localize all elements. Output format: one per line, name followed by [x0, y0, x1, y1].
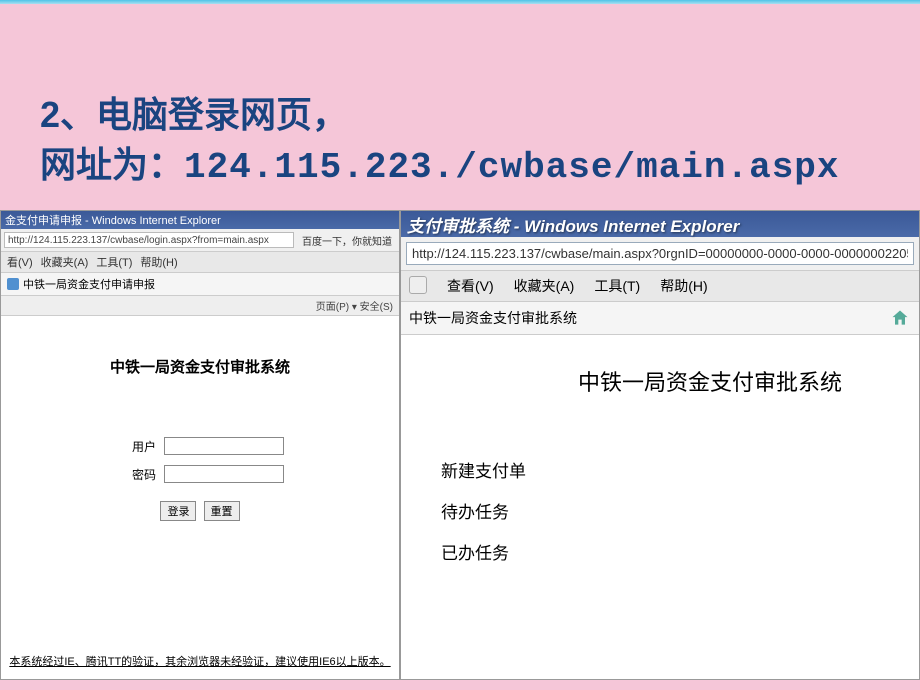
- reset-button[interactable]: 重置: [204, 501, 240, 521]
- screenshots-row: 金支付申请申报 - Windows Internet Explorer 百度一下…: [0, 210, 920, 690]
- tab-bar-left: 中铁一局资金支付申请申报: [1, 273, 399, 296]
- url-input-left[interactable]: [4, 232, 294, 248]
- address-bar-left: 百度一下，你就知道: [1, 229, 399, 252]
- menu-help-right[interactable]: 帮助(H): [660, 276, 707, 296]
- pass-label: 密码: [116, 466, 156, 483]
- menu-bar-right: 查看(V) 收藏夹(A) 工具(T) 帮助(H): [401, 271, 919, 302]
- menu-tools-left[interactable]: 工具(T): [96, 254, 132, 270]
- url-input-right[interactable]: [406, 242, 914, 265]
- menu-view-right[interactable]: 查看(V): [447, 276, 494, 296]
- toolbar-left: 页面(P) ▾ 安全(S): [1, 296, 399, 316]
- system-screenshot: 支付审批系统 - Windows Internet Explorer 查看(V)…: [400, 210, 920, 680]
- window-title-right: 支付审批系统 - Windows Internet Explorer: [407, 212, 739, 237]
- top-border: [0, 0, 920, 4]
- pass-row: 密码: [116, 465, 284, 483]
- heading: 2、电脑登录网页， 网址为：124.115.223./cwbase/main.a…: [40, 90, 880, 194]
- login-button[interactable]: 登录: [160, 501, 196, 521]
- slide-background: 2、电脑登录网页， 网址为：124.115.223./cwbase/main.a…: [0, 0, 920, 690]
- menu-bar-left: 看(V) 收藏夹(A) 工具(T) 帮助(H): [1, 252, 399, 273]
- link-done-tasks[interactable]: 已办任务: [441, 539, 919, 564]
- user-label: 用户: [116, 438, 156, 455]
- window-titlebar-right: 支付审批系统 - Windows Internet Explorer: [401, 211, 919, 237]
- slide-title: 2、电脑登录网页， 网址为：124.115.223./cwbase/main.a…: [0, 0, 920, 214]
- search-hint-left: 百度一下，你就知道: [298, 233, 396, 248]
- heading-line2-prefix: 网址为：: [40, 144, 184, 185]
- system-title-right: 中铁一局资金支付审批系统: [401, 365, 919, 397]
- window-titlebar-left: 金支付申请申报 - Windows Internet Explorer: [1, 211, 399, 229]
- menu-links: 新建支付单 待办任务 已办任务: [401, 457, 919, 564]
- tab-label-left[interactable]: 中铁一局资金支付申请申报: [23, 276, 155, 292]
- menu-tools-right[interactable]: 工具(T): [594, 276, 640, 296]
- pass-input[interactable]: [164, 465, 284, 483]
- back-icon[interactable]: [409, 276, 427, 294]
- user-row: 用户: [116, 437, 284, 455]
- heading-url: 124.115.223./cwbase/main.aspx: [184, 147, 840, 188]
- user-input[interactable]: [164, 437, 284, 455]
- menu-help-left[interactable]: 帮助(H): [140, 254, 177, 270]
- footer-note: 本系统经过IE、腾讯TT的验证，其余浏览器未经验证，建议使用IE6以上版本。: [1, 653, 399, 669]
- page-content-right: 中铁一局资金支付审批系统 新建支付单 待办任务 已办任务: [401, 335, 919, 564]
- tab-bar-right: 中铁一局资金支付审批系统: [401, 302, 919, 335]
- page-content-left: 中铁一局资金支付审批系统 用户 密码 登录 重置: [1, 316, 399, 521]
- tab-left-group: 中铁一局资金支付审批系统: [409, 308, 577, 328]
- link-new-payment[interactable]: 新建支付单: [441, 457, 919, 482]
- heading-line1: 2、电脑登录网页，: [40, 94, 348, 135]
- address-bar-right: [401, 237, 919, 271]
- button-row: 登录 重置: [116, 501, 284, 521]
- menu-fav-left[interactable]: 收藏夹(A): [41, 254, 89, 270]
- menu-fav-right[interactable]: 收藏夹(A): [514, 276, 575, 296]
- login-screenshot: 金支付申请申报 - Windows Internet Explorer 百度一下…: [0, 210, 400, 680]
- system-title-left: 中铁一局资金支付审批系统: [1, 356, 399, 377]
- menu-view-left[interactable]: 看(V): [7, 254, 33, 270]
- window-title-left: 金支付申请申报 - Windows Internet Explorer: [5, 212, 221, 228]
- tab-favicon-left: [7, 278, 19, 290]
- home-icon[interactable]: [889, 308, 911, 328]
- toolbar-text-left[interactable]: 页面(P) ▾ 安全(S): [316, 298, 393, 313]
- login-form: 用户 密码 登录 重置: [116, 437, 284, 521]
- link-pending-tasks[interactable]: 待办任务: [441, 498, 919, 523]
- tab-label-right[interactable]: 中铁一局资金支付审批系统: [409, 308, 577, 328]
